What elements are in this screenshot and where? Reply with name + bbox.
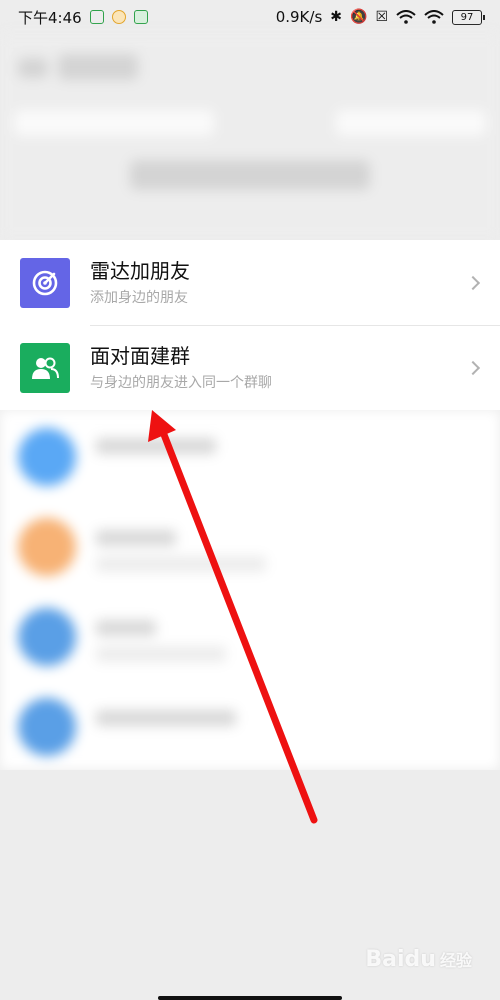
menu-subtitle: 添加身边的朋友: [90, 289, 188, 306]
group-icon: [20, 342, 70, 393]
watermark-sub: 经验: [439, 951, 472, 970]
notification-app-icon: [133, 10, 148, 24]
menu-title: 雷达加朋友: [90, 258, 190, 283]
list-item: [0, 590, 500, 680]
list-item: [0, 680, 500, 770]
menu-text: 雷达加朋友 添加身边的朋友: [90, 258, 190, 308]
wifi-icon: [396, 10, 416, 24]
menu-item-radar-add-friend[interactable]: 雷达加朋友 添加身边的朋友: [0, 240, 500, 325]
avatar: [18, 608, 76, 666]
blurred-list: [0, 410, 500, 770]
network-speed: 0.9K/s: [275, 8, 323, 26]
avatar: [18, 518, 76, 576]
watermark-brand: Baidu: [365, 947, 436, 972]
menu-title: 面对面建群: [90, 343, 190, 368]
list-item: [0, 500, 500, 590]
wifi-icon: [424, 10, 444, 24]
battery-icon: 97: [452, 9, 485, 25]
menu-subtitle: 与身边的朋友进入同一个群聊: [90, 374, 272, 391]
back-icon: [18, 58, 48, 78]
blurred-line: [96, 710, 236, 726]
blurred-title: [58, 54, 138, 80]
blurred-field: [14, 110, 214, 136]
popup-menu: 雷达加朋友 添加身边的朋友 面对面建群 与身边的朋友进入同一个群聊: [0, 240, 500, 410]
avatar: [18, 698, 76, 756]
menu-item-face-to-face-group[interactable]: 面对面建群 与身边的朋友进入同一个群聊: [0, 325, 500, 410]
bluetooth-icon: ✱: [330, 9, 342, 25]
baidu-watermark: Baidu 经验: [365, 947, 472, 972]
blurred-line: [96, 438, 216, 454]
radar-icon: [20, 257, 70, 308]
notification-app-icon: [111, 10, 126, 24]
blurred-number: [130, 160, 370, 190]
chevron-right-icon: [465, 275, 481, 290]
list-item: [0, 410, 500, 500]
blurred-line: [96, 556, 266, 572]
blurred-line: [96, 620, 156, 636]
status-bar: 下午4:46 0.9K/s ✱ 🔕 ☒ 97: [0, 0, 500, 34]
notification-app-icon: [89, 10, 104, 24]
status-time: 下午4:46: [18, 8, 82, 27]
menu-text: 面对面建群 与身边的朋友进入同一个群聊: [90, 343, 272, 393]
mute-bell-icon: 🔕: [350, 9, 368, 25]
avatar: [18, 428, 76, 486]
sim-off-icon: ☒: [375, 9, 388, 25]
blurred-field: [336, 110, 486, 136]
blurred-header: [0, 34, 500, 240]
battery-level: 97: [460, 11, 474, 23]
status-left: 下午4:46: [18, 7, 148, 28]
status-right: 0.9K/s ✱ 🔕 ☒ 97: [275, 8, 485, 26]
blurred-line: [96, 646, 226, 662]
chevron-right-icon: [465, 360, 481, 375]
home-indicator[interactable]: [158, 996, 342, 1000]
blurred-line: [96, 530, 176, 546]
